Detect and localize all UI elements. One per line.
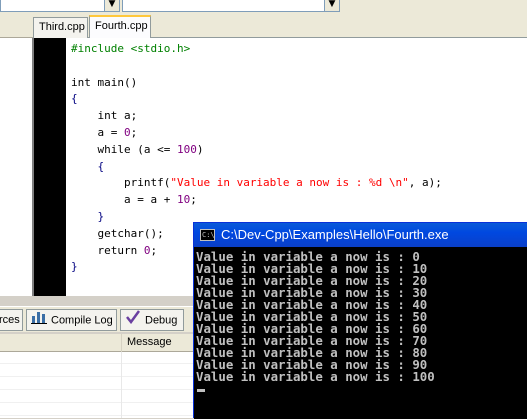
checkmark-icon — [125, 310, 141, 331]
code-token: { — [71, 159, 105, 173]
code-line[interactable]: a = 0; — [71, 125, 442, 142]
editor-gutter[interactable] — [33, 38, 66, 296]
tab-compile-log[interactable]: Compile Log — [26, 309, 117, 331]
code-token: a = a + — [71, 193, 177, 207]
code-line[interactable]: { — [71, 91, 442, 108]
console-icon-label: C:\ — [202, 231, 215, 239]
tab-debug[interactable]: Debug — [120, 309, 184, 331]
code-token: return — [71, 243, 144, 257]
code-line[interactable]: while (a <= 100) — [71, 142, 442, 159]
console-window[interactable]: C:\ C:\Dev-Cpp\Examples\Hello\Fourth.exe… — [193, 222, 527, 419]
console-app-icon[interactable]: C:\ — [200, 229, 215, 241]
code-token: 10 — [176, 193, 191, 207]
tab-label: Fourth.cpp — [95, 20, 148, 32]
code-line[interactable]: printf("Value in variable a now is : %d … — [71, 175, 442, 192]
tab-third-cpp[interactable]: Third.cpp — [33, 17, 88, 38]
console-line: Value in variable a now is : 100 — [196, 369, 435, 384]
class-browser-toolbar: ▼ ▼ — [0, 0, 527, 14]
code-token: int a; — [71, 109, 138, 123]
tab-label: rces — [0, 314, 20, 326]
console-title-bar[interactable]: C:\ C:\Dev-Cpp\Examples\Hello\Fourth.exe — [194, 223, 527, 247]
list-item[interactable] — [0, 391, 200, 403]
code-token: } — [71, 260, 78, 274]
code-token: printf( — [71, 176, 171, 190]
column-divider — [121, 352, 122, 418]
chevron-down-icon[interactable]: ▼ — [104, 0, 120, 12]
report-tab-bar: rces Compile Log Debug — [0, 306, 200, 332]
tab-label: Debug — [145, 314, 178, 327]
message-list[interactable] — [0, 352, 200, 418]
code-line[interactable]: a = a + 10; — [71, 192, 442, 209]
bar-chart-icon — [31, 310, 47, 331]
list-item[interactable] — [0, 378, 200, 390]
code-token: #include <stdio.h> — [71, 42, 191, 55]
column-header-blank[interactable] — [0, 334, 122, 352]
console-text: Value in variable a now is : 0 Value in v… — [196, 250, 435, 384]
list-item[interactable] — [0, 352, 200, 364]
code-token: getchar(); — [71, 226, 164, 240]
code-token: a = — [71, 125, 124, 139]
chevron-down-icon[interactable]: ▼ — [324, 0, 340, 12]
tab-resources[interactable]: rces — [0, 309, 23, 331]
list-item[interactable] — [0, 365, 200, 377]
project-pane-header — [0, 14, 33, 38]
text-cursor — [197, 389, 205, 392]
column-header-message[interactable]: Message — [122, 334, 200, 352]
console-output[interactable]: Value in variable a now is : 0 Value in v… — [194, 247, 527, 419]
editor-tab-bar: Third.cpp Fourth.cpp — [33, 14, 527, 39]
project-browser-pane[interactable] — [0, 14, 33, 296]
member-combo[interactable] — [122, 0, 340, 12]
code-token: ; — [190, 193, 197, 207]
code-token: "Value in variable a now is : %d \n" — [170, 176, 409, 190]
class-combo[interactable] — [0, 0, 120, 12]
tab-label: Compile Log — [51, 314, 113, 327]
code-line[interactable]: { — [71, 159, 442, 176]
console-title: C:\Dev-Cpp\Examples\Hello\Fourth.exe — [221, 227, 449, 242]
code-line[interactable]: #include <stdio.h> — [71, 41, 442, 58]
code-token: 100 — [176, 142, 197, 156]
code-line[interactable]: int a; — [71, 108, 442, 125]
code-token: } — [71, 209, 105, 223]
code-token: ; — [150, 243, 158, 257]
code-token: ) — [196, 142, 204, 156]
code-line[interactable] — [71, 58, 442, 75]
tab-label: Third.cpp — [39, 21, 85, 33]
tab-fourth-cpp[interactable]: Fourth.cpp — [89, 15, 151, 39]
message-list-header: Message — [0, 334, 200, 352]
code-token: , a); — [408, 176, 442, 190]
code-line[interactable]: int main() — [71, 75, 442, 92]
code-token: { — [71, 92, 78, 106]
code-token: 0 — [123, 125, 131, 139]
code-token: ; — [130, 125, 138, 139]
list-item[interactable] — [0, 404, 200, 416]
code-token: int main() — [71, 75, 138, 89]
code-token: while (a <= — [71, 142, 177, 156]
column-label: Message — [127, 336, 172, 348]
